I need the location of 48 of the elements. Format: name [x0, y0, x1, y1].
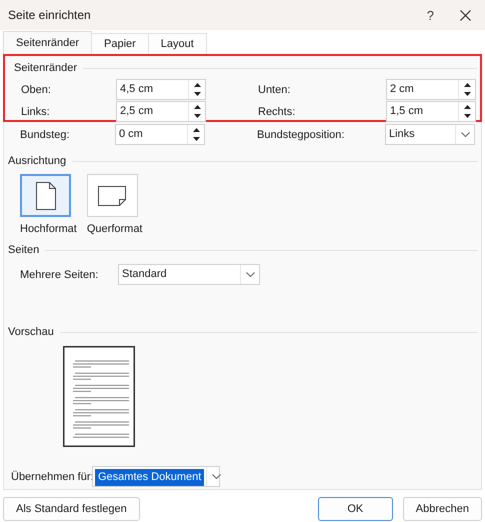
down-arrow-icon: [194, 114, 200, 118]
field-label: Bundsteg:: [20, 128, 71, 140]
help-button[interactable]: ?: [426, 8, 434, 22]
field-label: Unten:: [258, 84, 292, 96]
up-arrow-icon: [194, 82, 200, 87]
up-arrow-icon: [464, 104, 470, 109]
field-label: Rechts:: [258, 106, 296, 118]
orientation-button[interactable]: [86, 174, 138, 217]
down-arrow-icon: [464, 114, 470, 118]
spin-field[interactable]: 0 cm: [115, 124, 205, 145]
landscape-page-icon: [98, 186, 126, 206]
spin-field[interactable]: 2,5 cm: [116, 101, 206, 122]
chevron-down-icon: [246, 272, 254, 277]
up-arrow-icon: [194, 104, 200, 109]
section-title: Vorschau: [8, 326, 54, 338]
dialog-button[interactable]: OK: [318, 497, 393, 521]
field-label: Bundstegposition:: [257, 128, 346, 140]
orientation-label: Querformat: [86, 223, 142, 235]
close-icon[interactable]: [460, 10, 471, 20]
tab[interactable]: Layout: [148, 33, 207, 54]
dialog-button[interactable]: Als Standard festlegen: [3, 497, 140, 521]
dropdown-field[interactable]: Gesamtes Dokument: [92, 466, 220, 487]
field-label: Übernehmen für:: [11, 470, 92, 482]
down-arrow-icon: [192, 137, 200, 142]
spin-field[interactable]: 2 cm: [386, 79, 476, 100]
dropdown-field[interactable]: Standard: [118, 264, 260, 285]
chevron-down-icon: [460, 132, 470, 137]
orientation-button[interactable]: [20, 174, 71, 217]
up-arrow-icon: [464, 82, 470, 87]
dropdown-field[interactable]: Links: [385, 124, 475, 145]
down-arrow-icon: [464, 92, 470, 96]
field-label: Oben:: [21, 84, 52, 96]
down-arrow-icon: [194, 92, 200, 96]
field-label: Mehrere Seiten:: [20, 268, 100, 280]
orientation-label: Hochformat: [20, 223, 77, 235]
dialog-button[interactable]: Abbrechen: [402, 497, 482, 521]
up-arrow-icon: [192, 128, 200, 132]
field-label: Links:: [21, 106, 51, 118]
tab[interactable]: Papier: [91, 33, 149, 54]
spin-field[interactable]: 1,5 cm: [386, 101, 476, 122]
chevron-down-icon: [212, 474, 221, 479]
spin-field[interactable]: 4,5 cm: [116, 79, 206, 100]
section-title: Ausrichtung: [8, 155, 66, 167]
portrait-page-icon: [36, 182, 56, 210]
section-title: Seiten: [8, 244, 40, 256]
section-title: Seitenränder: [14, 62, 77, 74]
window-title: Seite einrichten: [8, 8, 92, 22]
tab[interactable]: Seitenränder: [3, 31, 92, 54]
